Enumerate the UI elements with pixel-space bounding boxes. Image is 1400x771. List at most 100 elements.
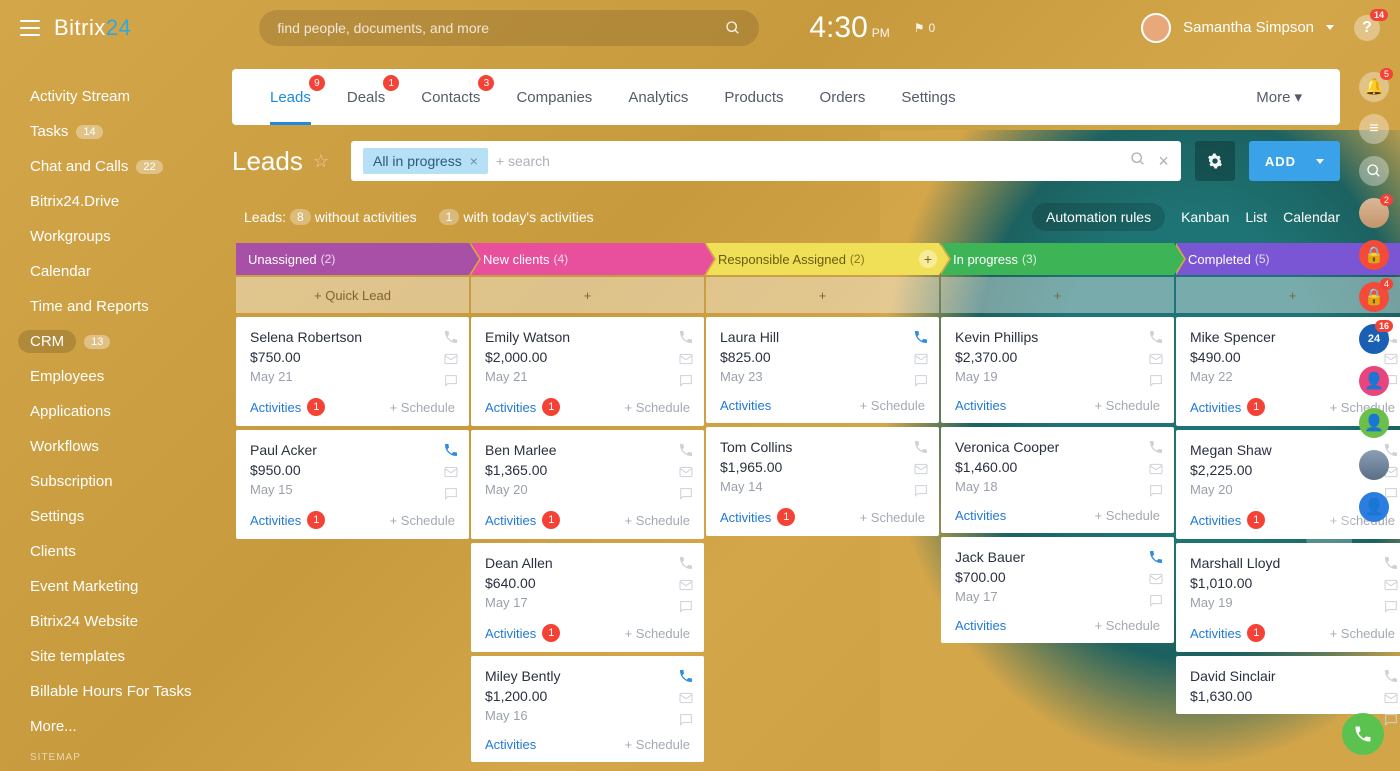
person-icon[interactable]: 👤 <box>1359 492 1389 522</box>
activities-link[interactable]: Activities <box>955 398 1006 413</box>
mail-icon[interactable] <box>678 464 694 480</box>
sidebar-item[interactable]: Subscription <box>30 464 232 499</box>
logo[interactable]: Bitrix24 <box>54 15 131 41</box>
tab[interactable]: Leads9 <box>252 69 329 125</box>
sidebar-item[interactable]: Time and Reports <box>30 289 232 324</box>
sidebar-item[interactable]: Bitrix24 Website <box>30 604 232 639</box>
chat-icon[interactable] <box>1383 599 1399 615</box>
tab[interactable]: Deals1 <box>329 69 403 125</box>
tab[interactable]: Orders <box>802 69 884 125</box>
lead-card[interactable]: Tom Collins $1,965.00 May 14 Activities1… <box>706 427 939 536</box>
chat-icon[interactable] <box>1148 483 1164 499</box>
clear-icon[interactable]: × <box>1158 151 1169 172</box>
view-automation[interactable]: Automation rules <box>1032 203 1165 231</box>
phone-icon[interactable] <box>678 442 694 458</box>
chat-icon[interactable] <box>678 712 694 728</box>
lock-icon[interactable]: 🔒4 <box>1359 282 1389 312</box>
sidebar-item[interactable]: Workflows <box>30 429 232 464</box>
chat-icon[interactable] <box>678 373 694 389</box>
mail-icon[interactable] <box>1148 571 1164 587</box>
mail-icon[interactable] <box>913 461 929 477</box>
mail-icon[interactable] <box>1148 461 1164 477</box>
chat-icon[interactable] <box>1148 593 1164 609</box>
schedule-link[interactable]: + Schedule <box>860 510 925 525</box>
lead-card[interactable]: Miley Bently $1,200.00 May 16 Activities… <box>471 656 704 762</box>
chat-icon[interactable] <box>913 373 929 389</box>
phone-icon[interactable] <box>678 668 694 684</box>
sidebar-item[interactable]: Bitrix24.Drive <box>30 184 232 219</box>
schedule-link[interactable]: + Schedule <box>1095 398 1160 413</box>
menu-icon[interactable] <box>20 20 40 36</box>
chat-icon[interactable] <box>1148 373 1164 389</box>
sidebar-item[interactable]: Calendar <box>30 254 232 289</box>
activities-link[interactable]: Activities1 <box>1190 624 1265 642</box>
phone-icon[interactable] <box>678 329 694 345</box>
sidebar-item[interactable]: Chat and Calls22 <box>30 149 232 184</box>
schedule-link[interactable]: + Schedule <box>390 400 455 415</box>
tab[interactable]: Products <box>706 69 801 125</box>
view-calendar[interactable]: Calendar <box>1283 209 1340 225</box>
mail-icon[interactable] <box>678 577 694 593</box>
view-kanban[interactable]: Kanban <box>1181 209 1229 225</box>
tab[interactable]: Companies <box>498 69 610 125</box>
activities-link[interactable]: Activities1 <box>250 398 325 416</box>
lead-card[interactable]: David Sinclair $1,630.00 <box>1176 656 1400 714</box>
mail-icon[interactable] <box>1383 690 1399 706</box>
phone-icon[interactable] <box>1383 668 1399 684</box>
phone-icon[interactable] <box>1383 555 1399 571</box>
sidebar-item[interactable]: Settings <box>30 499 232 534</box>
sidebar-item[interactable]: Tasks14 <box>30 114 232 149</box>
sidebar-item[interactable]: Event Marketing <box>30 569 232 604</box>
chat-icon[interactable]: ≡ <box>1359 114 1389 144</box>
lead-card[interactable]: Laura Hill $825.00 May 23 Activities + S… <box>706 317 939 423</box>
schedule-link[interactable]: + Schedule <box>1095 508 1160 523</box>
phone-icon[interactable] <box>678 555 694 571</box>
chat-icon[interactable] <box>913 483 929 499</box>
mail-icon[interactable] <box>443 464 459 480</box>
schedule-link[interactable]: + Schedule <box>625 737 690 752</box>
activities-link[interactable]: Activities1 <box>485 511 560 529</box>
add-button[interactable]: ADD <box>1249 141 1340 181</box>
schedule-link[interactable]: + Schedule <box>625 400 690 415</box>
help-button[interactable]: ?14 <box>1354 15 1380 41</box>
activities-link[interactable]: Activities1 <box>1190 398 1265 416</box>
flag-indicator[interactable]: ⚑ 0 <box>914 21 935 35</box>
add-column-icon[interactable]: + <box>919 250 937 268</box>
schedule-link[interactable]: + Schedule <box>1330 626 1395 641</box>
activities-link[interactable]: Activities <box>720 398 771 413</box>
phone-icon[interactable] <box>1148 549 1164 565</box>
lead-card[interactable]: Paul Acker $950.00 May 15 Activities1 + … <box>236 430 469 539</box>
lead-card[interactable]: Jack Bauer $700.00 May 17 Activities + S… <box>941 537 1174 643</box>
activities-link[interactable]: Activities1 <box>1190 511 1265 529</box>
scroll-right-button[interactable]: › <box>1306 490 1352 560</box>
user-menu[interactable]: Samantha Simpson <box>1141 13 1334 43</box>
lead-card[interactable]: Marshall Lloyd $1,010.00 May 19 Activiti… <box>1176 543 1400 652</box>
activities-link[interactable]: Activities <box>955 508 1006 523</box>
search-input[interactable] <box>277 20 725 36</box>
rail-avatar[interactable] <box>1359 450 1389 480</box>
tab[interactable]: Analytics <box>610 69 706 125</box>
phone-icon[interactable] <box>443 329 459 345</box>
chat-icon[interactable] <box>678 599 694 615</box>
lead-card[interactable]: Selena Robertson $750.00 May 21 Activiti… <box>236 317 469 426</box>
search-icon[interactable] <box>1359 156 1389 186</box>
schedule-link[interactable]: + Schedule <box>390 513 455 528</box>
activities-link[interactable]: Activities <box>955 618 1006 633</box>
rail-avatar[interactable]: 2 <box>1359 198 1389 228</box>
lock-icon[interactable]: 🔒 <box>1359 240 1389 270</box>
quick-lead-button[interactable]: + Quick Lead <box>236 277 469 313</box>
mail-icon[interactable] <box>1383 577 1399 593</box>
search-icon[interactable] <box>725 20 741 36</box>
global-search[interactable] <box>259 10 759 46</box>
mail-icon[interactable] <box>678 690 694 706</box>
activities-link[interactable]: Activities1 <box>485 624 560 642</box>
phone-icon[interactable] <box>913 329 929 345</box>
add-card-button[interactable]: + <box>706 277 939 313</box>
add-card-button[interactable]: + <box>941 277 1174 313</box>
tab-more[interactable]: More ▾ <box>1238 69 1320 125</box>
sidebar-item[interactable]: Employees <box>30 359 232 394</box>
chat-icon[interactable] <box>678 486 694 502</box>
lead-card[interactable]: Veronica Cooper $1,460.00 May 18 Activit… <box>941 427 1174 533</box>
filter-chip[interactable]: All in progress× <box>363 148 488 174</box>
tab[interactable]: Contacts3 <box>403 69 498 125</box>
